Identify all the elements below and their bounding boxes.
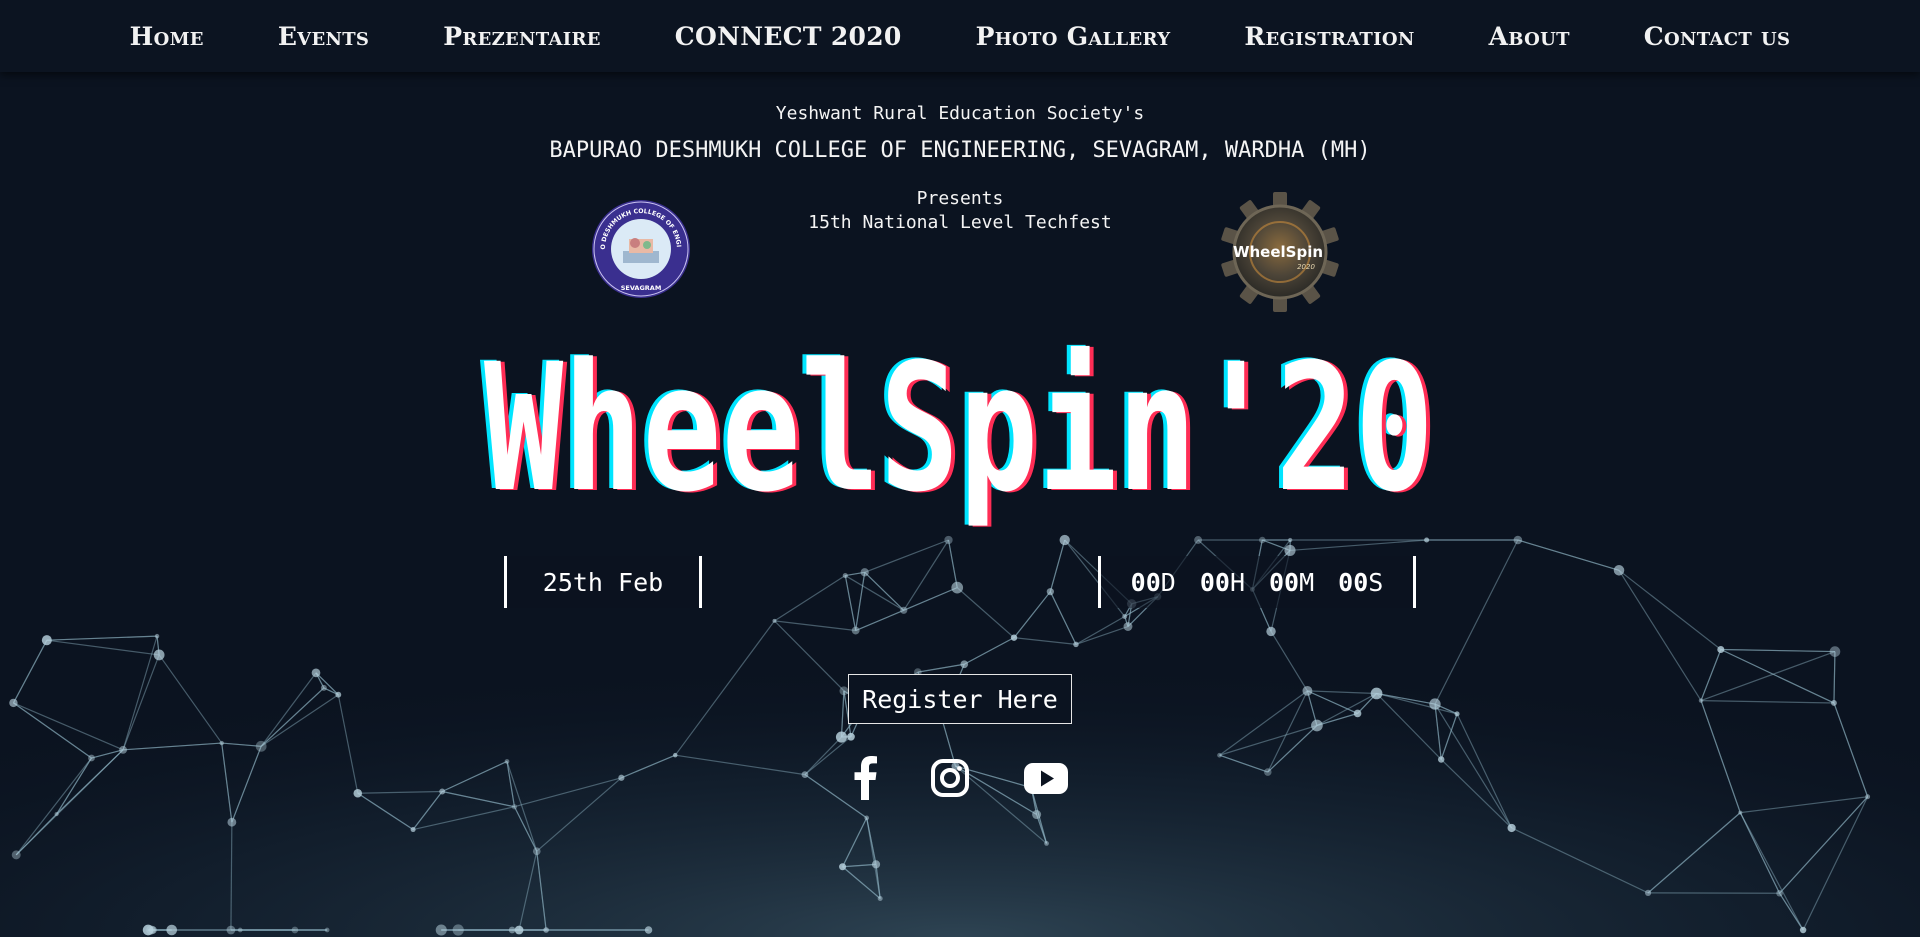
nav-connect-2020[interactable]: CONNECT 2020 — [675, 22, 902, 51]
countdown-seconds: 00S — [1338, 567, 1384, 597]
society-name: Yeshwant Rural Education Society's — [775, 103, 1145, 124]
nav-photo-gallery[interactable]: Photo Gallery — [976, 22, 1171, 51]
countdown-hours: 00H — [1199, 567, 1245, 597]
wheelspin-logo-year: 2020 — [1297, 263, 1315, 271]
wheelspin-logo-text: WheelSpin — [1233, 243, 1323, 261]
top-navbar: Home Events Prezentaire CONNECT 2020 Pho… — [0, 0, 1920, 72]
instagram-icon[interactable] — [930, 756, 970, 800]
register-button[interactable]: Register Here — [848, 674, 1072, 724]
main-content: Yeshwant Rural Education Society's BAPUR… — [0, 0, 1920, 937]
nav-events[interactable]: Events — [278, 22, 369, 51]
event-date: 25th Feb — [504, 556, 702, 608]
countdown-minutes: 00M — [1269, 567, 1315, 597]
hero-title: WheelSpin'20 WheelSpin'20 WheelSpin'20 — [480, 340, 1438, 532]
college-logo: BAPURAO DESHMUKH COLLEGE OF ENGINEERING … — [591, 199, 690, 298]
nav-home[interactable]: Home — [130, 22, 204, 51]
presents-text: Presents — [916, 188, 1004, 209]
nav-contact-us[interactable]: Contact us — [1644, 22, 1791, 51]
nav-about[interactable]: About — [1489, 22, 1570, 51]
college-name: BAPURAO DESHMUKH COLLEGE OF ENGINEERING,… — [549, 138, 1371, 163]
youtube-icon[interactable] — [1023, 756, 1069, 800]
nav-list: Home Events Prezentaire CONNECT 2020 Pho… — [93, 22, 1828, 51]
countdown-days: 00D — [1130, 567, 1176, 597]
nav-prezentaire[interactable]: Prezentaire — [443, 22, 601, 51]
techfest-text: 15th National Level Techfest — [808, 212, 1112, 233]
page: Home Events Prezentaire CONNECT 2020 Pho… — [0, 0, 1920, 937]
hero-title-text: WheelSpin'20 — [484, 340, 1434, 531]
event-date-text: 25th Feb — [542, 567, 664, 597]
college-logo-place: SEVAGRAM — [621, 284, 662, 292]
facebook-icon[interactable] — [850, 756, 880, 800]
wheelspin-logo: WheelSpin 2020 — [1221, 192, 1339, 312]
presents-block: Presents 15th National Level Techfest — [0, 187, 1920, 235]
countdown-timer: 00D 00H 00M 00S — [1098, 556, 1416, 608]
nav-registration[interactable]: Registration — [1244, 22, 1414, 51]
